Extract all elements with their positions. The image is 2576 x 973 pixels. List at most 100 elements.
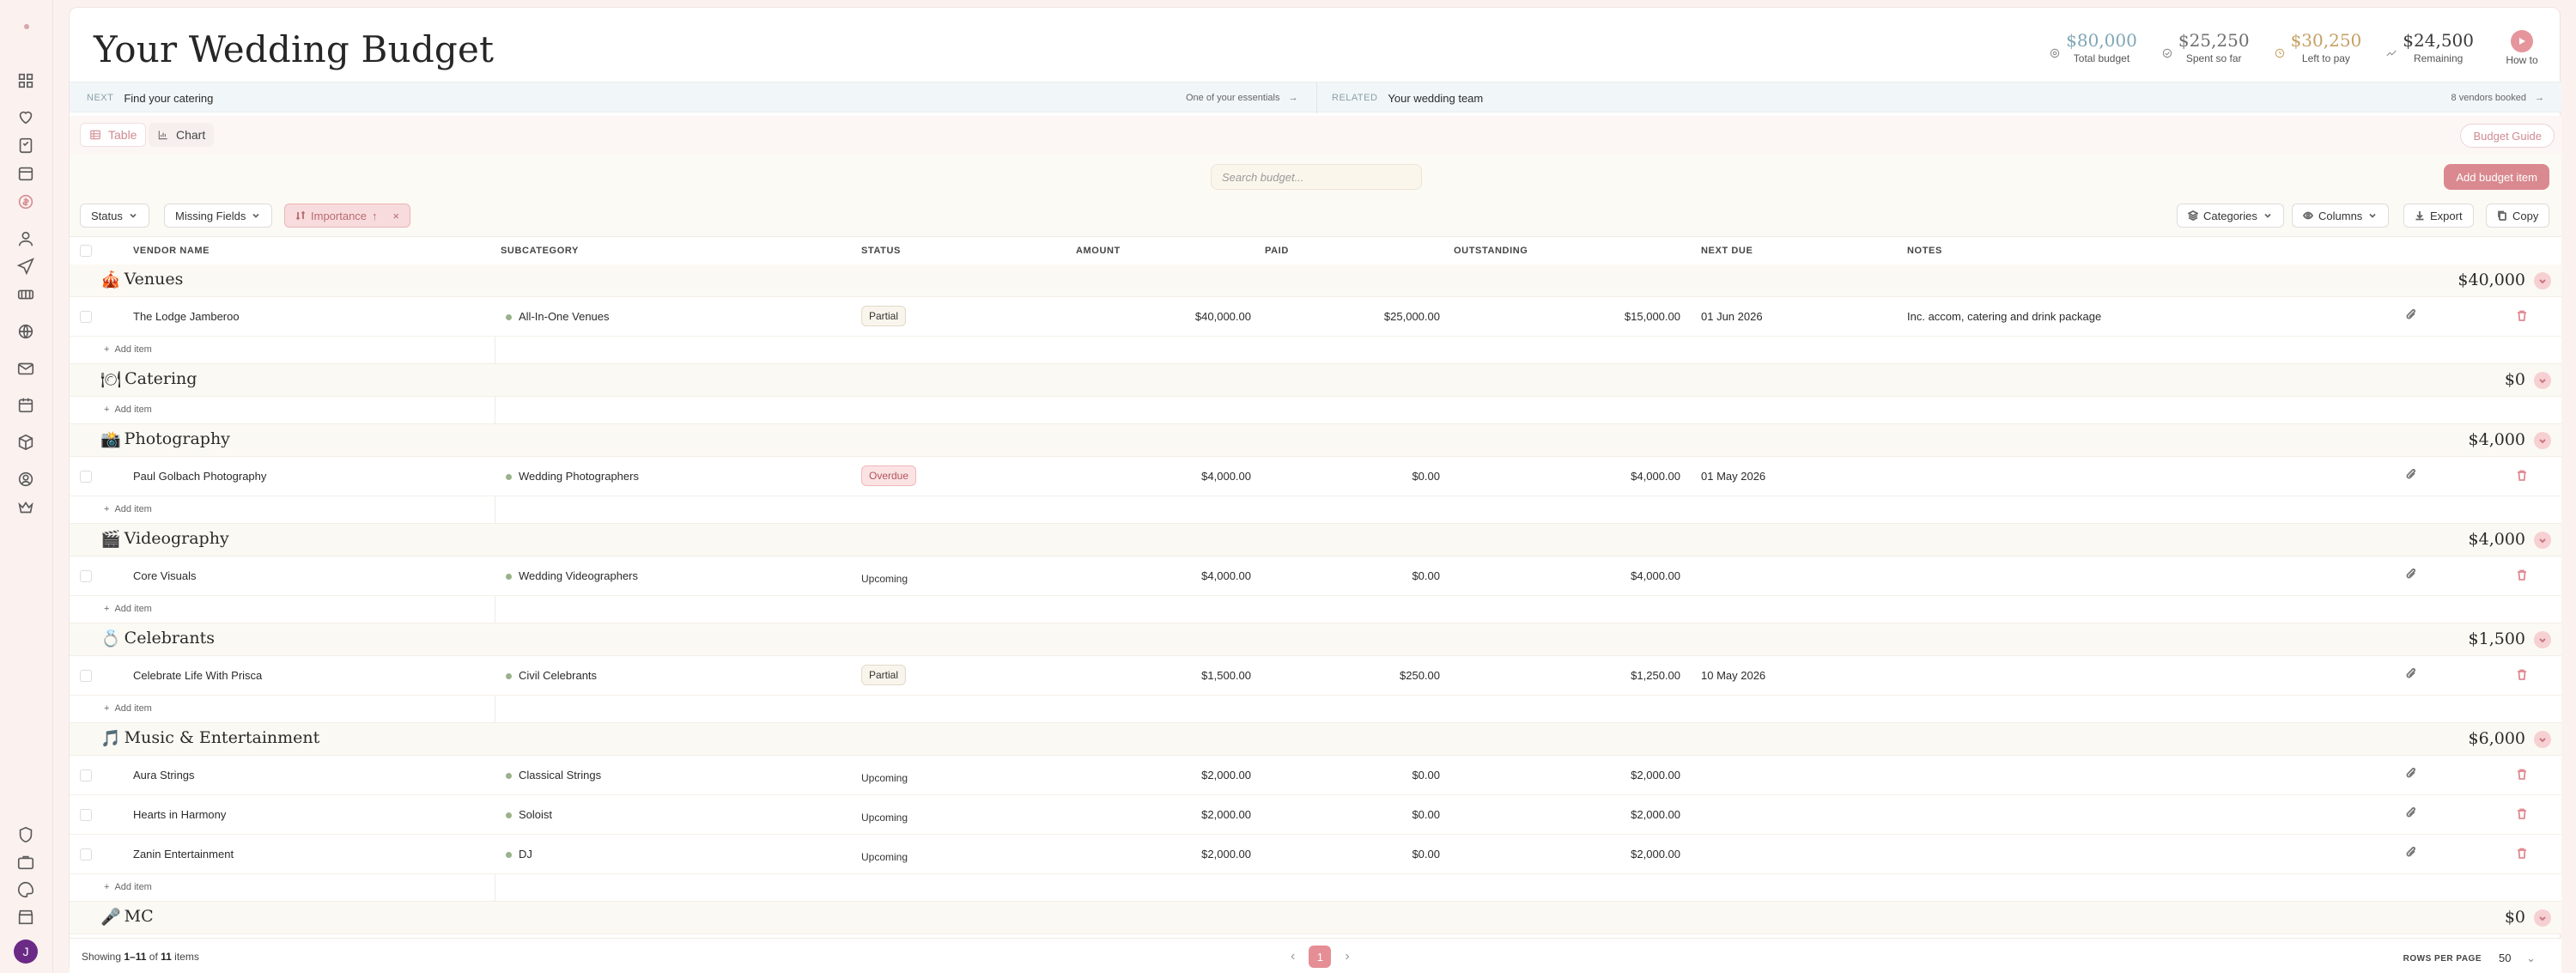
row-checkbox[interactable] bbox=[80, 670, 92, 682]
subcategory[interactable]: Wedding Videographers bbox=[506, 569, 638, 582]
categories-button[interactable]: Categories bbox=[2177, 204, 2284, 228]
vendor-name[interactable]: Paul Golbach Photography bbox=[133, 470, 266, 483]
outstanding[interactable]: $1,250.00 bbox=[1461, 669, 1680, 682]
subcategory[interactable]: Wedding Photographers bbox=[506, 470, 639, 483]
tab-chart[interactable]: Chart bbox=[149, 123, 215, 147]
chevron-down-icon[interactable] bbox=[2534, 272, 2551, 289]
columns-button[interactable]: Columns bbox=[2292, 204, 2390, 228]
col-amount[interactable]: AMOUNT bbox=[1076, 246, 1121, 256]
dashboard-icon[interactable] bbox=[15, 70, 36, 91]
add-item-button[interactable]: + Add item bbox=[104, 504, 152, 514]
subcategory[interactable]: All-In-One Venues bbox=[506, 310, 610, 323]
category-row[interactable]: 📸 Photography $4,000 bbox=[70, 424, 2561, 457]
guests-icon[interactable] bbox=[15, 228, 36, 249]
amount[interactable]: $2,000.00 bbox=[1031, 769, 1251, 781]
seating-icon[interactable] bbox=[15, 284, 36, 305]
notes[interactable]: Inc. accom, catering and drink package bbox=[1907, 310, 2101, 323]
col-subcategory[interactable]: SUBCATEGORY bbox=[501, 246, 579, 256]
table-row[interactable]: Hearts in Harmony Soloist Upcoming $2,000.0… bbox=[70, 795, 2561, 835]
category-row[interactable]: 🎤 MC $0 bbox=[70, 902, 2561, 934]
related-hint[interactable]: 8 vendors booked → bbox=[2451, 82, 2544, 113]
amount[interactable]: $4,000.00 bbox=[1031, 470, 1251, 483]
paid[interactable]: $0.00 bbox=[1220, 769, 1440, 781]
paperclip-icon[interactable] bbox=[2405, 667, 2419, 682]
table-row[interactable]: Core Visuals Wedding Videographers Upcomin… bbox=[70, 556, 2561, 596]
paperclip-icon[interactable] bbox=[2405, 846, 2419, 860]
prev-page-icon[interactable]: ‹ bbox=[1291, 949, 1295, 964]
paperclip-icon[interactable] bbox=[2405, 806, 2419, 821]
category-row[interactable]: 🎬 Videography $4,000 bbox=[70, 524, 2561, 556]
outstanding[interactable]: $15,000.00 bbox=[1461, 310, 1680, 323]
status-badge[interactable]: Overdue bbox=[861, 465, 917, 486]
package-icon[interactable] bbox=[15, 432, 36, 453]
shield-icon[interactable] bbox=[15, 824, 36, 845]
status-filter[interactable]: Status bbox=[80, 204, 149, 228]
row-checkbox[interactable] bbox=[80, 570, 92, 582]
send-icon[interactable] bbox=[15, 256, 36, 277]
status-badge[interactable]: Partial bbox=[861, 665, 907, 685]
crown-icon[interactable] bbox=[15, 497, 36, 518]
category-row[interactable]: 🎵 Music & Entertainment $6,000 bbox=[70, 723, 2561, 756]
col-paid[interactable]: PAID bbox=[1265, 246, 1289, 256]
category-row[interactable]: 💍 Celebrants $1,500 bbox=[70, 623, 2561, 656]
row-checkbox[interactable] bbox=[80, 311, 92, 323]
trash-icon[interactable] bbox=[2515, 569, 2529, 582]
row-checkbox[interactable] bbox=[80, 471, 92, 483]
storefront-icon[interactable] bbox=[15, 907, 36, 927]
amount[interactable]: $4,000.00 bbox=[1031, 569, 1251, 582]
budget-guide-button[interactable]: Budget Guide bbox=[2460, 124, 2555, 148]
trash-icon[interactable] bbox=[2515, 847, 2529, 860]
page-button[interactable]: 1 bbox=[1309, 946, 1332, 968]
next-due[interactable]: 01 Jun 2026 bbox=[1701, 310, 1763, 323]
checklist-icon[interactable] bbox=[15, 135, 36, 155]
profile-icon[interactable] bbox=[15, 469, 36, 490]
amount[interactable]: $2,000.00 bbox=[1031, 808, 1251, 821]
row-checkbox[interactable] bbox=[80, 769, 92, 781]
paperclip-icon[interactable] bbox=[2405, 468, 2419, 483]
vendor-name[interactable]: The Lodge Jamberoo bbox=[133, 310, 240, 323]
row-checkbox[interactable] bbox=[80, 848, 92, 860]
chevron-down-icon[interactable] bbox=[2534, 631, 2551, 648]
missing-fields-filter[interactable]: Missing Fields bbox=[164, 204, 273, 228]
vendor-name[interactable]: Celebrate Life With Prisca bbox=[133, 669, 262, 682]
vendor-name[interactable]: Aura Strings bbox=[133, 769, 195, 781]
trash-icon[interactable] bbox=[2515, 668, 2529, 682]
related-link[interactable]: RELATED Your wedding team bbox=[1332, 82, 1483, 113]
col-status[interactable]: STATUS bbox=[861, 246, 901, 256]
vendor-name[interactable]: Hearts in Harmony bbox=[133, 808, 226, 821]
collapse-dot-icon[interactable] bbox=[24, 24, 29, 29]
outstanding[interactable]: $4,000.00 bbox=[1461, 470, 1680, 483]
add-item-button[interactable]: + Add item bbox=[104, 404, 152, 415]
website-icon[interactable] bbox=[15, 321, 36, 342]
table-row[interactable]: Zanin Entertainment DJ Upcoming $2,000.00 $0… bbox=[70, 835, 2561, 874]
table-row[interactable]: Aura Strings Classical Strings Upcoming $2,… bbox=[70, 756, 2561, 795]
add-item-button[interactable]: + Add item bbox=[104, 703, 152, 714]
col-outstanding[interactable]: OUTSTANDING bbox=[1454, 246, 1528, 256]
paid[interactable]: $25,000.00 bbox=[1220, 310, 1440, 323]
chevron-down-icon[interactable] bbox=[2534, 731, 2551, 748]
status-badge[interactable]: Partial bbox=[861, 306, 907, 326]
heart-icon[interactable] bbox=[15, 106, 36, 127]
subcategory[interactable]: Soloist bbox=[506, 808, 552, 821]
close-icon[interactable]: × bbox=[393, 210, 400, 222]
status-badge[interactable]: Upcoming bbox=[861, 807, 908, 828]
table-row[interactable]: The Lodge Jamberoo All-In-One Venues Parti… bbox=[70, 297, 2561, 337]
row-checkbox[interactable] bbox=[80, 809, 92, 821]
palette-icon[interactable] bbox=[15, 879, 36, 900]
category-row[interactable]: 🎪 Venues $40,000 bbox=[70, 265, 2561, 297]
vendor-name[interactable]: Zanin Entertainment bbox=[133, 848, 234, 860]
outstanding[interactable]: $2,000.00 bbox=[1461, 769, 1680, 781]
table-row[interactable]: Paul Golbach Photography Wedding Photogra… bbox=[70, 457, 2561, 496]
search-input[interactable]: Search budget... bbox=[1211, 164, 1422, 190]
outstanding[interactable]: $2,000.00 bbox=[1461, 848, 1680, 860]
subcategory[interactable]: DJ bbox=[506, 848, 532, 860]
subcategory[interactable]: Classical Strings bbox=[506, 769, 601, 781]
col-notes[interactable]: NOTES bbox=[1907, 246, 1942, 256]
paid[interactable]: $0.00 bbox=[1220, 569, 1440, 582]
next-hint[interactable]: One of your essentials → bbox=[1186, 82, 1297, 113]
status-badge[interactable]: Upcoming bbox=[861, 847, 908, 867]
subcategory[interactable]: Civil Celebrants bbox=[506, 669, 597, 682]
add-item-button[interactable]: + Add item bbox=[104, 344, 152, 355]
next-page-icon[interactable]: › bbox=[1345, 949, 1349, 964]
amount[interactable]: $1,500.00 bbox=[1031, 669, 1251, 682]
